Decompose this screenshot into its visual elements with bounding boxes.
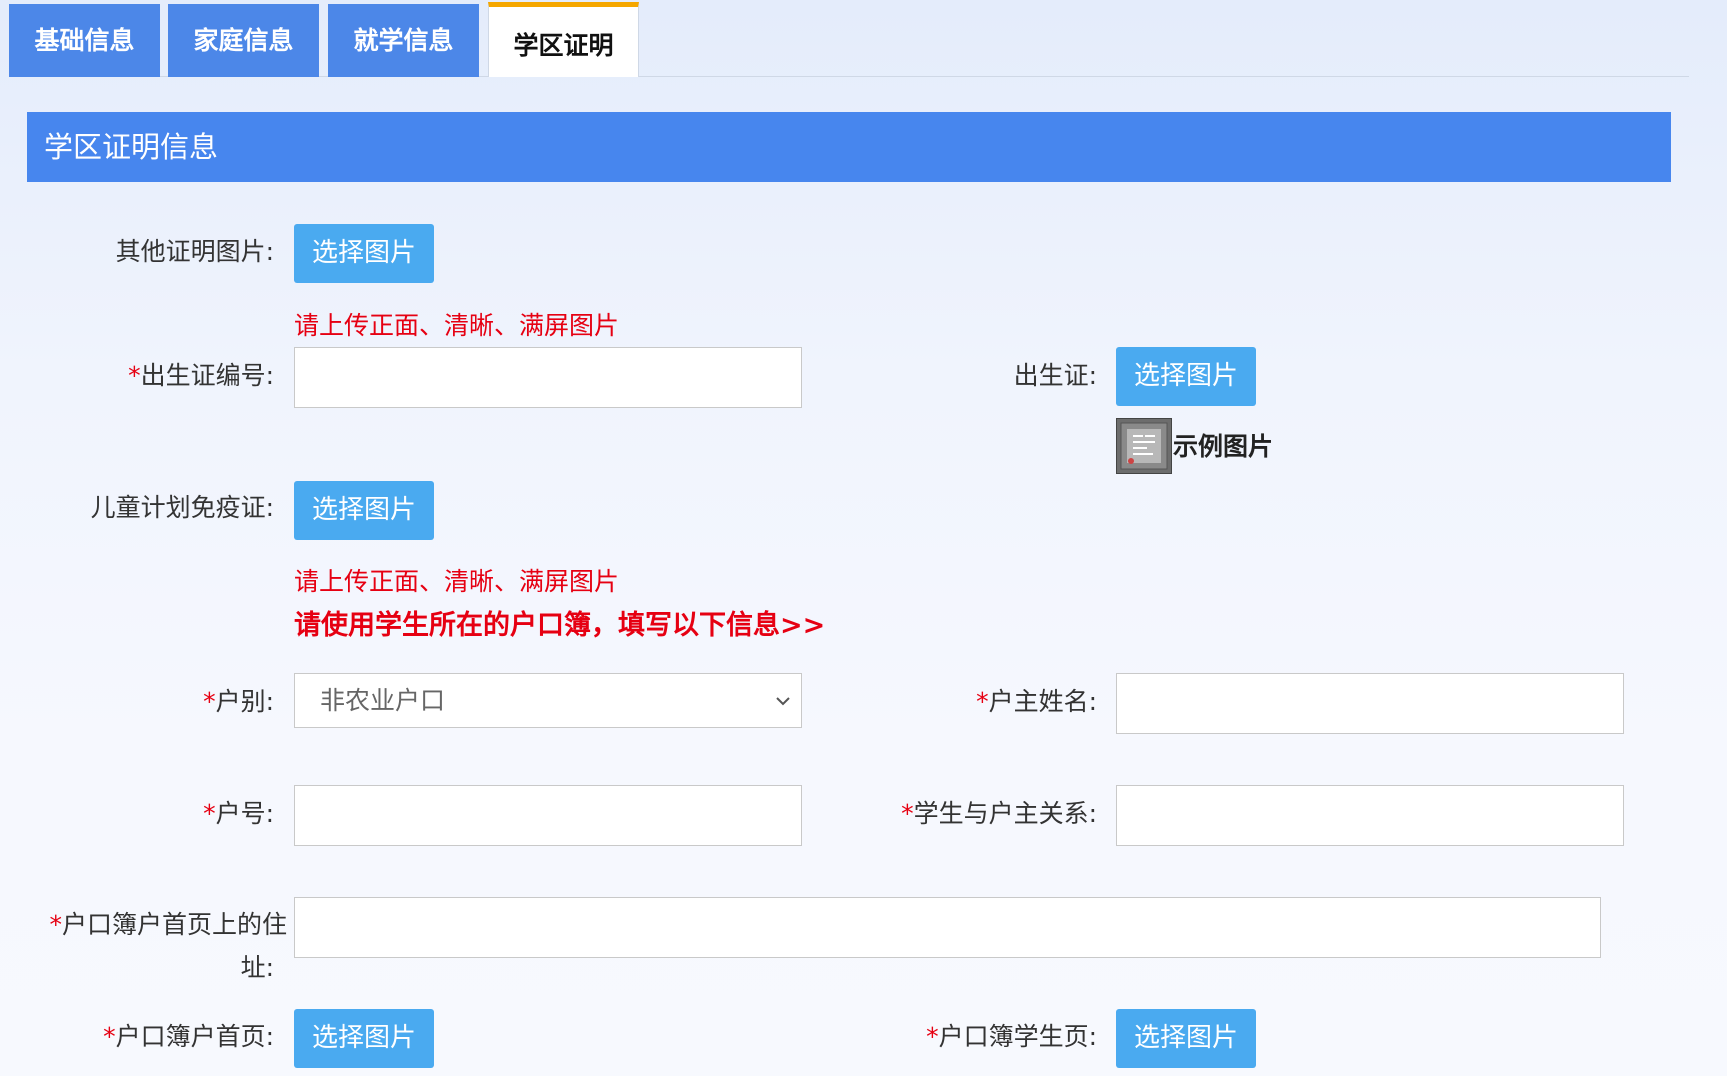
relation-text: 学生与户主关系: [913, 799, 1097, 828]
household-student-page-text: 户口簿学生页: [938, 1022, 1097, 1051]
household-first-page-text: 户口簿户首页: [115, 1022, 274, 1051]
household-type-text: 户别: [215, 687, 274, 716]
household-no-label: *户号: [203, 794, 274, 830]
relation-label: *学生与户主关系: [901, 794, 1097, 830]
other-proof-select-button[interactable]: 选择图片 [294, 224, 434, 283]
birth-cert-no-label: *出生证编号: [128, 356, 274, 392]
tab-family-info[interactable]: 家庭信息 [168, 4, 319, 77]
tab-school-info[interactable]: 就学信息 [328, 4, 479, 77]
address-text-line1: 户口簿户首页上的住 [61, 910, 287, 939]
address-input[interactable] [294, 897, 1601, 958]
upload-hint: 请上传正面、清晰、满屏图片 [294, 311, 620, 340]
sample-image-thumbnail[interactable] [1116, 418, 1172, 474]
householder-name-input[interactable] [1116, 673, 1624, 734]
required-mark: * [103, 1022, 116, 1051]
birth-cert-label: 出生证: [1013, 361, 1097, 390]
required-mark: * [203, 799, 216, 828]
other-proof-label: 其他证明图片: [115, 237, 274, 266]
document-icon [1120, 422, 1168, 470]
household-notice: 请使用学生所在的户口簿，填写以下信息>> [294, 610, 826, 641]
vaccine-cert-select-button[interactable]: 选择图片 [294, 481, 434, 540]
tab-basic-info[interactable]: 基础信息 [9, 4, 160, 77]
section-title: 学区证明信息 [27, 112, 1671, 182]
birth-cert-select-button[interactable]: 选择图片 [1116, 347, 1256, 406]
relation-input[interactable] [1116, 785, 1624, 846]
birth-cert-no-input[interactable] [294, 347, 802, 408]
chevron-down-icon [776, 697, 790, 706]
address-label-continued: 址: [240, 953, 274, 982]
household-student-page-label: *户口簿学生页: [926, 1017, 1097, 1053]
vaccine-cert-label: 儿童计划免疫证: [90, 493, 274, 522]
address-label: *户口簿户首页上的住 [49, 905, 287, 941]
upload-hint: 请上传正面、清晰、满屏图片 [294, 567, 620, 596]
household-first-page-select-button[interactable]: 选择图片 [294, 1009, 434, 1068]
householder-name-text: 户主姓名: [988, 687, 1097, 716]
required-mark: * [901, 799, 914, 828]
household-no-text: 户号: [215, 799, 274, 828]
household-type-label: *户别: [203, 682, 274, 718]
required-mark: * [203, 687, 216, 716]
household-student-page-select-button[interactable]: 选择图片 [1116, 1009, 1256, 1068]
household-first-page-label: *户口簿户首页: [103, 1017, 274, 1053]
required-mark: * [49, 910, 62, 939]
household-type-select[interactable]: 非农业户口 [294, 673, 802, 728]
householder-name-label: *户主姓名: [976, 682, 1097, 718]
required-mark: * [926, 1022, 939, 1051]
household-type-value: 非农业户口 [320, 686, 446, 715]
required-mark: * [128, 361, 141, 390]
birth-cert-no-text: 出生证编号: [140, 361, 274, 390]
sample-image-link[interactable]: 示例图片 [1173, 427, 1273, 463]
household-no-input[interactable] [294, 785, 802, 846]
required-mark: * [976, 687, 989, 716]
tab-school-district-proof[interactable]: 学区证明 [488, 2, 639, 77]
